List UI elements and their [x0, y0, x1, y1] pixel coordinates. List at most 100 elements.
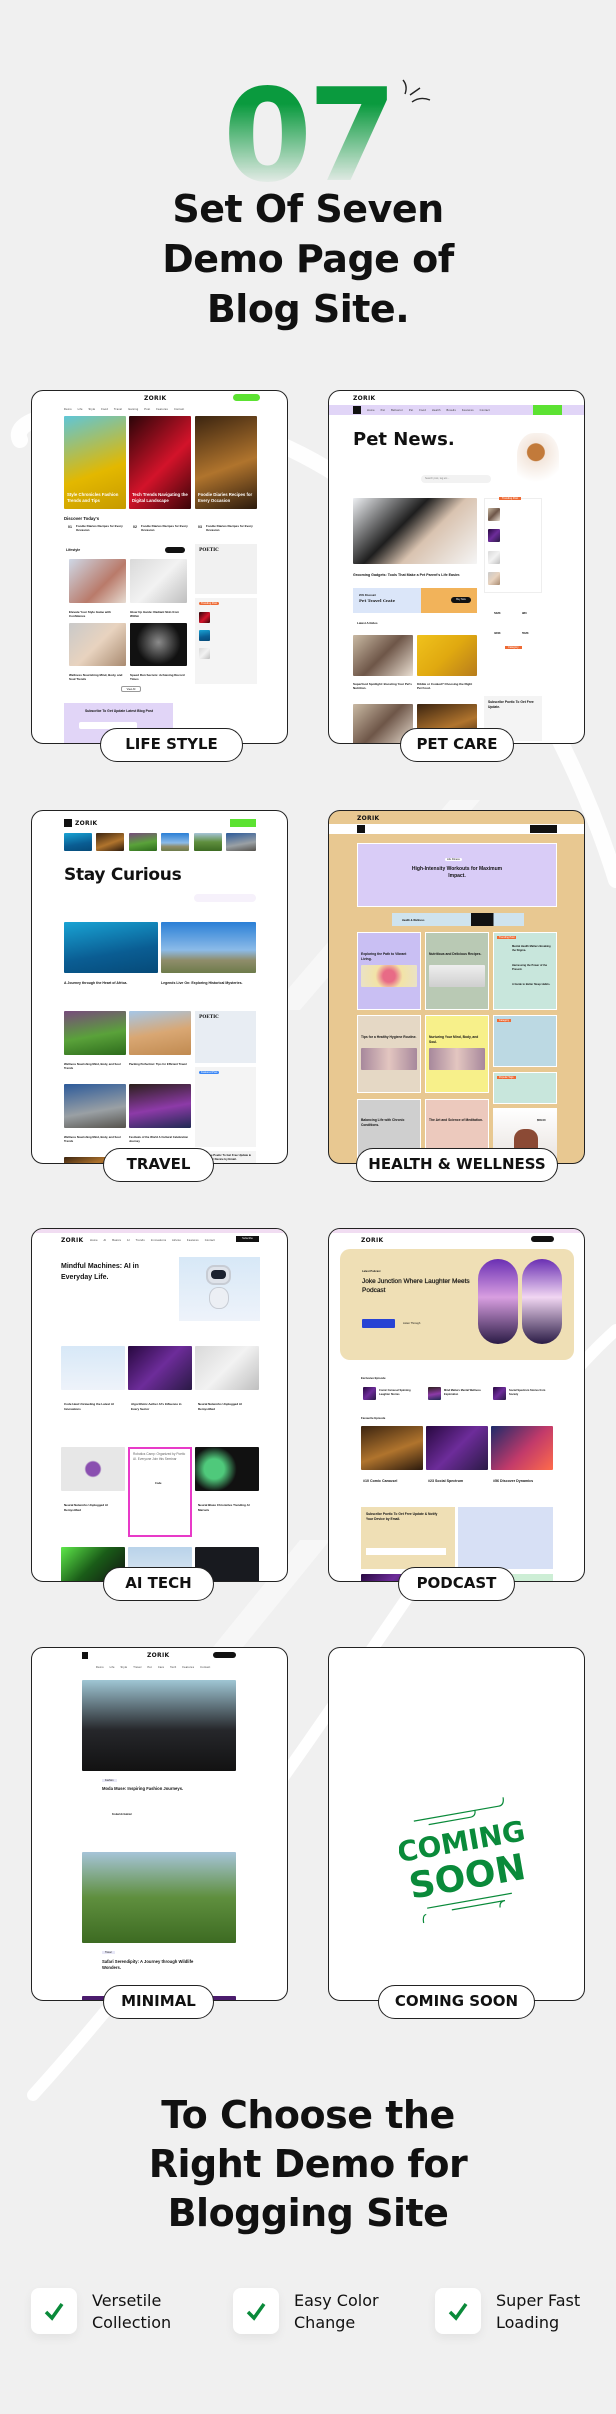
post-title[interactable]: Safari Serendipity: A Journey through Wi… [102, 1959, 202, 1971]
demo-card-pet-care[interactable]: ZORIK Home Pet Behavior Pet Food Health … [328, 390, 585, 744]
episode-title[interactable]: #23 Social Spectrum [428, 1479, 463, 1485]
subscribe-button[interactable]: Subscribe [236, 1236, 259, 1242]
demo-card-travel[interactable]: ZORIK Stay Curious A Journey through the… [31, 810, 288, 1164]
hero-title[interactable]: Joke Junction Where Laughter Meets Podca… [362, 1277, 472, 1295]
episode-image[interactable] [361, 1426, 423, 1470]
post-author[interactable]: Frederick Gabriel [112, 1812, 132, 1818]
demo-card-lifestyle[interactable]: ZORIK Demo Life Style Food Travel Gaming… [31, 390, 288, 744]
category-thumb[interactable] [96, 833, 124, 851]
post-image[interactable] [130, 559, 187, 603]
episode-title[interactable]: #10 Comic Carousel [363, 1479, 397, 1485]
hero-title[interactable]: High-Intensity Workouts for Maximum Impa… [407, 866, 507, 880]
article-title[interactable]: Kibble or Cooked? Choosing the Right Pet… [417, 682, 477, 690]
subscribe-button[interactable] [233, 394, 260, 401]
post-title[interactable]: Elevate Your Style Game with Confidence [69, 610, 126, 618]
featured-image[interactable] [353, 498, 477, 564]
post-image[interactable] [129, 1084, 191, 1128]
hero-title[interactable]: Foodie Diaries Recipes for Every Occasio… [198, 492, 256, 503]
subscribe-button[interactable] [533, 405, 562, 415]
post-image[interactable] [429, 965, 485, 987]
category-thumb[interactable] [129, 833, 157, 851]
trending-thumb[interactable] [488, 529, 500, 542]
search-input[interactable]: Search post, tag etc... [421, 475, 491, 483]
post-title[interactable]: Packing Perfection: Tips for Efficient T… [129, 1062, 191, 1066]
featured-title[interactable]: Grooming Gadgets: Tools That Make a Pet … [353, 573, 471, 578]
post-image[interactable] [128, 1346, 192, 1390]
demo-card-coming-soon[interactable]: COMING SOON [328, 1647, 585, 2001]
exclusive-item[interactable]: Comic Carousel Spinning Laughter Stories [379, 1389, 417, 1397]
trending-thumb[interactable] [199, 612, 210, 623]
episode-title[interactable]: #56 Discover Dynamics [493, 1479, 533, 1485]
post-image[interactable] [161, 922, 256, 973]
episode-thumb[interactable] [493, 1387, 506, 1400]
post-image[interactable] [361, 1048, 417, 1070]
menu-icon[interactable] [357, 825, 365, 833]
post-title[interactable]: Balancing Life with Chronic Conditions. [361, 1118, 417, 1127]
demo-card-ai-tech[interactable]: ZORIK Home AI Basics AI Trends Innovatio… [31, 1228, 288, 1582]
post-image[interactable] [129, 1011, 191, 1055]
trending-thumb[interactable] [488, 572, 500, 585]
today-title[interactable]: Foodie Diaries Recipes for Every Occasio… [141, 524, 189, 532]
trending-thumb[interactable] [199, 648, 210, 659]
post-title[interactable]: Moda Muse: Inspiring Fashion Journeys. [102, 1786, 222, 1792]
category-thumb[interactable] [226, 833, 256, 851]
view-all-button[interactable]: View All [121, 686, 141, 692]
trending-title[interactable]: Harnessing the Power of the Present. [512, 964, 554, 971]
post-tag[interactable]: Fashion [102, 1779, 117, 1782]
post-title[interactable]: Neural Networks Unplugged AI Demystified [64, 1503, 122, 1512]
post-title[interactable]: Wellness Nourishing Mind, Body, and Soul… [64, 1062, 126, 1070]
episode-image[interactable] [426, 1426, 488, 1470]
post-image[interactable] [64, 1084, 126, 1128]
hero-title[interactable]: Tech Trends Navigating the Digital Lands… [132, 492, 190, 503]
exclusive-item[interactable]: Social Spectrum Stories from Society [509, 1389, 547, 1397]
post-title[interactable]: Glow Up Guide: Radiant Skin from Within [130, 610, 187, 618]
episode-thumb[interactable] [428, 1387, 441, 1400]
trending-thumb[interactable] [199, 630, 210, 641]
social-count-linkedin[interactable]: 320K [494, 631, 501, 637]
article-image[interactable] [417, 635, 477, 676]
social-count-facebook[interactable]: 532K [494, 611, 501, 617]
post-image[interactable] [195, 1346, 259, 1390]
label-coming-soon[interactable]: COMING SOON [378, 1985, 535, 2019]
play-button[interactable] [362, 1319, 395, 1328]
label-life-style[interactable]: LIFE STYLE [100, 728, 243, 762]
demo-card-health-wellness[interactable]: ZORIK Life Fitness High-Intensity Workou… [328, 810, 585, 1164]
subscribe-button[interactable] [530, 825, 557, 833]
social-count-twitter[interactable]: 980 [522, 611, 527, 617]
post-image[interactable] [61, 1447, 125, 1491]
hero-title[interactable]: Mindful Machines: AI in Everyday Life. [61, 1262, 156, 1283]
buy-now-button[interactable]: Buy Now [451, 597, 471, 603]
post-image[interactable] [64, 1011, 126, 1055]
category-thumb[interactable] [194, 833, 222, 851]
post-title[interactable]: A Journey through the Heart of Africa. [64, 981, 158, 986]
post-image[interactable] [82, 1852, 236, 1943]
search-input[interactable] [194, 894, 256, 902]
post-title[interactable]: Festivals of the World A Cultural Celebr… [129, 1135, 191, 1143]
post-image[interactable] [195, 1447, 259, 1491]
menu-icon[interactable] [64, 819, 72, 827]
today-title[interactable]: Foodie Diaries Recipes for Every Occasio… [206, 524, 254, 532]
label-minimal[interactable]: MINIMAL [103, 1985, 214, 2019]
post-title[interactable]: Nutritious and Delicious Recipes. [429, 952, 485, 957]
post-title[interactable]: Wellness Nourishing Mind, Body, and Soul… [64, 1135, 126, 1143]
post-tag[interactable]: Travel [102, 1951, 115, 1954]
trending-title[interactable]: Mental Health Matters Breaking the Stigm… [512, 945, 554, 952]
post-title[interactable]: Wellness Nourishing Mind, Body, and Soul… [69, 673, 126, 681]
trending-title[interactable]: A Guide to Better Sleep Habits. [512, 983, 554, 987]
post-title[interactable]: Tips for a Healthy Hygiene Routine. [361, 1035, 417, 1040]
event-title[interactable]: Robotics Camp: Organized by Poetic AI. E… [133, 1452, 187, 1461]
post-title[interactable]: The Art and Science of Meditation. [429, 1118, 485, 1123]
post-title[interactable]: Speed Run Secrets: Achieving Record Time… [130, 673, 187, 681]
hero-title[interactable]: Style Chronicles Fashion Trends and Tips [67, 492, 125, 503]
label-ai-tech[interactable]: AI TECH [103, 1567, 214, 1601]
post-image[interactable] [64, 922, 158, 973]
label-pet-care[interactable]: PET CARE [400, 728, 514, 762]
subscribe-button[interactable] [213, 1652, 236, 1658]
label-health-wellness[interactable]: HEALTH & WELLNESS [356, 1148, 558, 1182]
episode-image[interactable] [491, 1426, 553, 1470]
article-title[interactable]: Superfood Spotlight: Boosting Your Pet's… [353, 682, 413, 690]
post-title[interactable]: Nurturing Your Mind, Body, and Soul. [429, 1035, 485, 1044]
email-input[interactable] [366, 1548, 446, 1555]
article-image[interactable] [353, 635, 413, 676]
post-title[interactable]: Legends Live On: Exploring Historical My… [161, 981, 255, 986]
